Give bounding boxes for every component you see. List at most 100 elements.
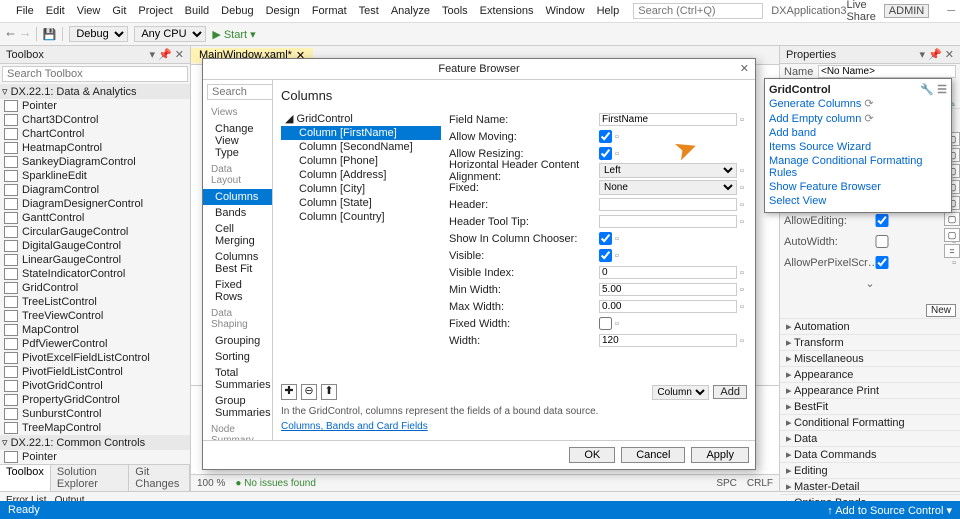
nav-item[interactable]: Cell Merging xyxy=(203,221,272,249)
menu-build[interactable]: Build xyxy=(179,3,215,19)
toolbox-item[interactable]: HeatmapControl xyxy=(0,141,190,155)
move-up-icon[interactable]: ⬆ xyxy=(321,384,337,400)
smart-tag-link[interactable]: Show Feature Browser xyxy=(769,180,947,194)
prop-category[interactable]: ▸Transform xyxy=(780,334,960,350)
prop-input[interactable] xyxy=(599,198,737,211)
nav-item[interactable]: Fixed Rows xyxy=(203,277,272,305)
prop-checkbox[interactable] xyxy=(862,235,902,248)
smart-tag-link[interactable]: Select View xyxy=(769,194,947,208)
tree-item[interactable]: Column [Address] xyxy=(281,168,441,182)
add-button[interactable]: Add xyxy=(713,385,747,399)
expand-all-icon[interactable]: ⌄ xyxy=(780,273,960,294)
add-source-control[interactable]: Add to Source Control xyxy=(835,505,943,517)
menu-debug[interactable]: Debug xyxy=(215,3,259,19)
nav-item[interactable]: Bands xyxy=(203,205,272,221)
prop-checkbox[interactable] xyxy=(862,256,902,269)
dialog-search-input[interactable] xyxy=(207,84,273,100)
ok-button[interactable]: OK xyxy=(569,447,615,463)
apply-button[interactable]: Apply xyxy=(691,447,749,463)
tree-item[interactable]: Column [Country] xyxy=(281,210,441,224)
prop-category[interactable]: ▸Editing xyxy=(780,462,960,478)
prop-marker-icon[interactable]: ▫ xyxy=(737,199,747,211)
toolbox-item[interactable]: PivotGridControl xyxy=(0,379,190,393)
line-ending[interactable]: CRLF xyxy=(747,478,773,489)
prop-select[interactable]: None xyxy=(599,180,737,195)
menu-project[interactable]: Project xyxy=(132,3,178,19)
prop-checkbox[interactable] xyxy=(599,130,612,143)
dialog-help-link[interactable]: Columns, Bands and Card Fields xyxy=(281,421,747,432)
menu-file[interactable]: File xyxy=(10,3,40,19)
prop-marker-icon[interactable]: ▫ xyxy=(612,131,622,143)
prop-marker-icon[interactable]: ▫ xyxy=(612,148,622,160)
nav-item[interactable]: Columns xyxy=(203,189,272,205)
prop-checkbox[interactable] xyxy=(599,232,612,245)
toolbox-item[interactable]: GanttControl xyxy=(0,211,190,225)
prop-checkbox[interactable] xyxy=(599,249,612,262)
smart-tag-link[interactable]: Add band xyxy=(769,126,947,140)
prop-marker-icon[interactable]: ▫ xyxy=(737,267,747,279)
prop-marker-icon[interactable]: ▫ xyxy=(952,257,956,269)
remove-item-icon[interactable]: ⊖ xyxy=(301,384,317,400)
prop-select[interactable]: Left xyxy=(599,163,737,178)
toolbox-item[interactable]: PropertyGridControl xyxy=(0,393,190,407)
prop-input[interactable] xyxy=(599,215,737,228)
config-select[interactable]: Debug xyxy=(69,26,128,42)
prop-input[interactable] xyxy=(599,266,737,279)
toolbox-item[interactable]: DiagramDesignerControl xyxy=(0,197,190,211)
prop-marker-icon[interactable]: ▫ xyxy=(737,165,747,177)
cancel-button[interactable]: Cancel xyxy=(621,447,685,463)
nav-item[interactable]: Total Summaries xyxy=(203,365,272,393)
minimize-icon[interactable]: ─ xyxy=(947,5,955,18)
nav-item[interactable]: Grouping xyxy=(203,333,272,349)
prop-category[interactable]: ▸Data Commands xyxy=(780,446,960,462)
tree-item[interactable]: Column [City] xyxy=(281,182,441,196)
menu-view[interactable]: View xyxy=(71,3,107,19)
live-share-button[interactable]: Live Share xyxy=(846,0,875,23)
zoom-level[interactable]: 100 % xyxy=(197,478,225,489)
menu-tools[interactable]: Tools xyxy=(436,3,474,19)
prop-marker-icon[interactable]: ▫ xyxy=(612,318,622,330)
new-button[interactable]: New xyxy=(926,304,956,317)
nav-item[interactable]: Sorting xyxy=(203,349,272,365)
toolbox-group[interactable]: ▿ DX.22.1: Common Controls xyxy=(0,435,190,450)
nav-fwd-icon[interactable]: ⭢ xyxy=(21,28,30,41)
toolbox-item[interactable]: LinearGaugeControl xyxy=(0,253,190,267)
add-item-icon[interactable]: ✚ xyxy=(281,384,297,400)
toolbox-item[interactable]: SunburstControl xyxy=(0,407,190,421)
prop-category[interactable]: ▸Appearance xyxy=(780,366,960,382)
toolbox-item[interactable]: TreeMapControl xyxy=(0,421,190,435)
prop-category[interactable]: ▸Data xyxy=(780,430,960,446)
prop-category[interactable]: ▸Conditional Formatting xyxy=(780,414,960,430)
toolbox-item[interactable]: PivotFieldListControl xyxy=(0,365,190,379)
dock-tab[interactable]: Solution Explorer xyxy=(51,465,129,491)
tree-item[interactable]: Column [State] xyxy=(281,196,441,210)
prop-checkbox[interactable] xyxy=(599,317,612,330)
tree-root[interactable]: ◢ GridControl xyxy=(281,111,441,126)
tree-item[interactable]: Column [SecondName] xyxy=(281,140,441,154)
toolbox-item[interactable]: TreeViewControl xyxy=(0,309,190,323)
save-icon[interactable]: 💾 xyxy=(43,28,57,41)
toolbox-item[interactable]: ChartControl xyxy=(0,127,190,141)
wrench-icon[interactable]: 🔧 ☰ xyxy=(920,83,947,96)
prop-input[interactable] xyxy=(599,300,737,313)
toolbox-item[interactable]: PdfViewerControl xyxy=(0,337,190,351)
prop-input[interactable] xyxy=(599,113,737,126)
toolbox-item[interactable]: Pointer xyxy=(0,99,190,113)
toolbox-item[interactable]: Pointer xyxy=(0,450,190,464)
nav-back-icon[interactable]: ⭠ xyxy=(6,28,15,41)
nav-item[interactable]: Group Summaries xyxy=(203,393,272,421)
smart-tag-link[interactable]: Manage Conditional Formatting Rules xyxy=(769,154,947,180)
toolbox-item[interactable]: DigitalGaugeControl xyxy=(0,239,190,253)
smart-tag-link[interactable]: Items Source Wizard xyxy=(769,140,947,154)
tree-item[interactable]: Column [FirstName] xyxy=(281,126,441,140)
menu-design[interactable]: Design xyxy=(260,3,306,19)
toolbox-item[interactable]: MapControl xyxy=(0,323,190,337)
prop-category[interactable]: ▸Automation xyxy=(780,318,960,334)
smart-tag-link[interactable]: Add Empty column ⟳ xyxy=(769,111,947,126)
prop-marker-icon[interactable]: ▫ xyxy=(737,182,747,194)
toolbox-item[interactable]: PivotExcelFieldListControl xyxy=(0,351,190,365)
menu-analyze[interactable]: Analyze xyxy=(385,3,436,19)
menu-help[interactable]: Help xyxy=(591,3,626,19)
start-button[interactable]: ▶ Start ▾ xyxy=(212,28,255,41)
pin-icon[interactable]: ▾ 📌 ✕ xyxy=(919,48,954,61)
